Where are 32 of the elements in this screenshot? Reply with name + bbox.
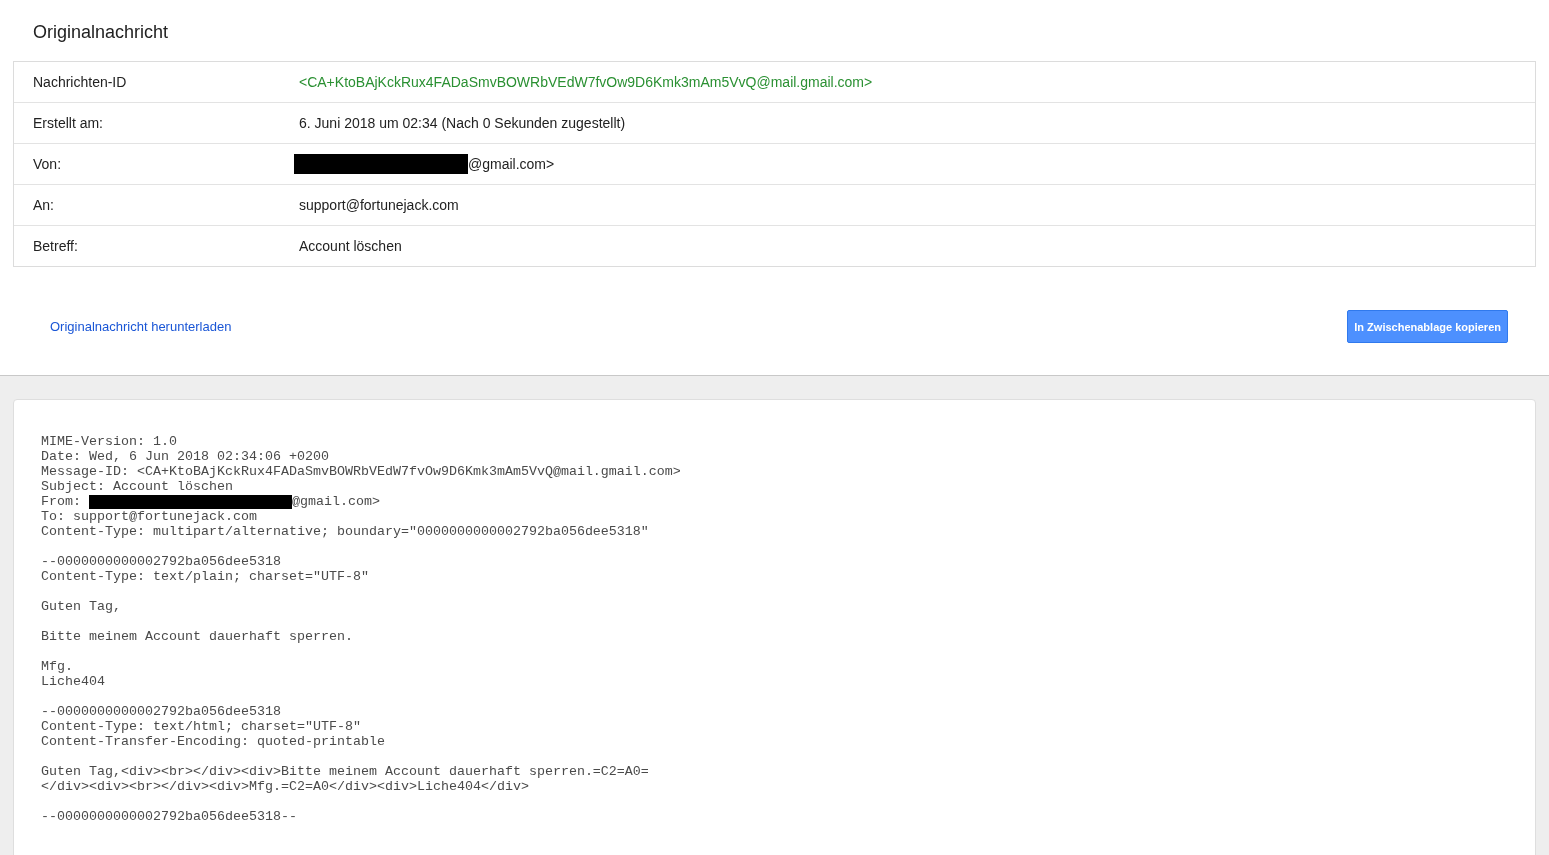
field-label: An: <box>32 197 55 213</box>
field-label: Erstellt am: <box>32 115 104 131</box>
source-line: Content-Type: multipart/alternative; boundary="0000000000002792ba056dee5318" <box>41 524 650 539</box>
source-line: MIME-Version: 1.0 <box>41 434 178 449</box>
source-line: Content-Transfer-Encoding: quoted-printable <box>41 734 386 749</box>
download-link[interactable]: Originalnachricht herunterladen <box>50 319 232 334</box>
source-line: --0000000000002792ba056dee5318-- <box>41 809 298 824</box>
field-value: 6. Juni 2018 um 02:34 (Nach 0 Sekunden zugestellt) <box>299 115 626 131</box>
source-line: Content-Type: text/plain; charset="UTF-8" <box>41 569 370 584</box>
field-value: <CA+KtoBAjKckRux4FADaSmvBOWRbVEdW7fvOw9D6Kmk3mAm5VvQ@mail.gmail.com> <box>299 74 873 90</box>
source-line: Subject: Account löschen <box>41 479 234 494</box>
source-line: Content-Type: text/html; charset="UTF-8" <box>41 719 362 734</box>
source-line: To: support@fortunejack.com <box>41 509 258 524</box>
source-line: Guten Tag, <box>41 599 122 614</box>
source-line: Date: Wed, 6 Jun 2018 02:34:06 +0200 <box>41 449 330 464</box>
source-line: --0000000000002792ba056dee5318 <box>41 554 282 569</box>
source-line: --0000000000002792ba056dee5318 <box>41 704 282 719</box>
source-line: Guten Tag,<div><br></div><div>Bitte meinem Account dauerhaft sperren.=C2=A0= <box>41 764 650 779</box>
field-value: Account löschen <box>299 238 402 254</box>
field-value: @gmail.com> <box>468 156 555 172</box>
field-label: Von: <box>32 156 63 172</box>
source-line: Mfg. <box>41 659 74 674</box>
source-line: From: <box>41 494 81 509</box>
field-label: Nachrichten-ID <box>32 74 128 90</box>
source-line: </div><div><br></div><div>Mfg.=C2=A0</div><div>Liche404</div> <box>41 779 530 794</box>
source-line: @gmail.com> <box>292 494 380 509</box>
source-line: Bitte meinem Account dauerhaft sperren. <box>41 629 354 644</box>
page-title: Originalnachricht <box>33 22 170 42</box>
field-label: Betreff: <box>32 238 79 254</box>
source-line: Liche404 <box>41 674 106 689</box>
source-line: Message-ID: <CA+KtoBAjKckRux4FADaSmvBOWRbVEdW7fvOw9D6Kmk3mAm5VvQ@mail.gmail.com> <box>41 464 682 479</box>
field-value: support@fortunejack.com <box>299 197 459 213</box>
